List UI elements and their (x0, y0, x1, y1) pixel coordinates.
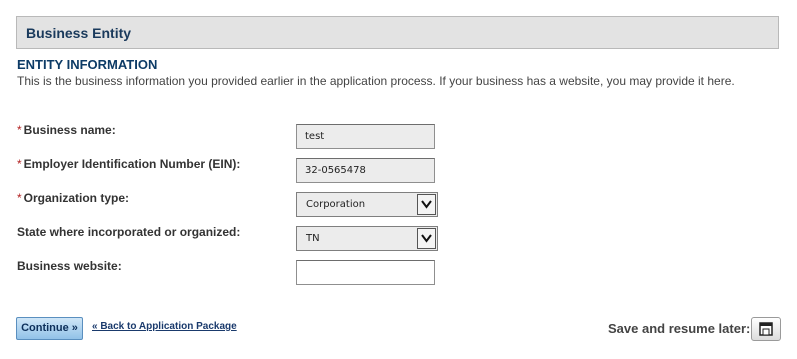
state-value: TN (306, 233, 320, 244)
state-select[interactable]: TN (296, 226, 438, 251)
website-label: Business website: (17, 259, 122, 273)
required-mark: * (17, 157, 22, 171)
organization-type-label-text: Organization type: (23, 191, 130, 205)
business-name-label-text: Business name: (23, 123, 116, 137)
save-resume-button[interactable] (751, 317, 781, 341)
section-header: Business Entity (16, 16, 779, 49)
required-mark: * (17, 191, 22, 205)
page-title: Business Entity (26, 25, 132, 41)
ein-input[interactable]: 32-0565478 (296, 158, 435, 183)
organization-type-select[interactable]: Corporation (296, 192, 438, 217)
chevron-down-icon[interactable] (417, 228, 436, 249)
floppy-disk-icon (759, 322, 773, 336)
ein-label-text: Employer Identification Number (EIN): (23, 157, 241, 171)
organization-type-value: Corporation (306, 199, 366, 210)
organization-type-label: * Organization type: (17, 191, 129, 205)
business-name-label: * Business name: (17, 123, 116, 137)
section-title: ENTITY INFORMATION (17, 57, 158, 72)
ein-label: * Employer Identification Number (EIN): (17, 157, 240, 171)
state-label: State where incorporated or organized: (17, 225, 241, 239)
back-to-application-link[interactable]: « Back to Application Package (92, 321, 237, 332)
chevron-down-icon[interactable] (417, 194, 436, 215)
required-mark: * (17, 123, 22, 137)
continue-button[interactable]: Continue » (16, 317, 83, 340)
section-description: This is the business information you pro… (17, 74, 735, 88)
save-resume-label: Save and resume later: (608, 321, 751, 336)
business-name-input[interactable]: test (296, 124, 435, 149)
website-input[interactable] (296, 260, 435, 285)
